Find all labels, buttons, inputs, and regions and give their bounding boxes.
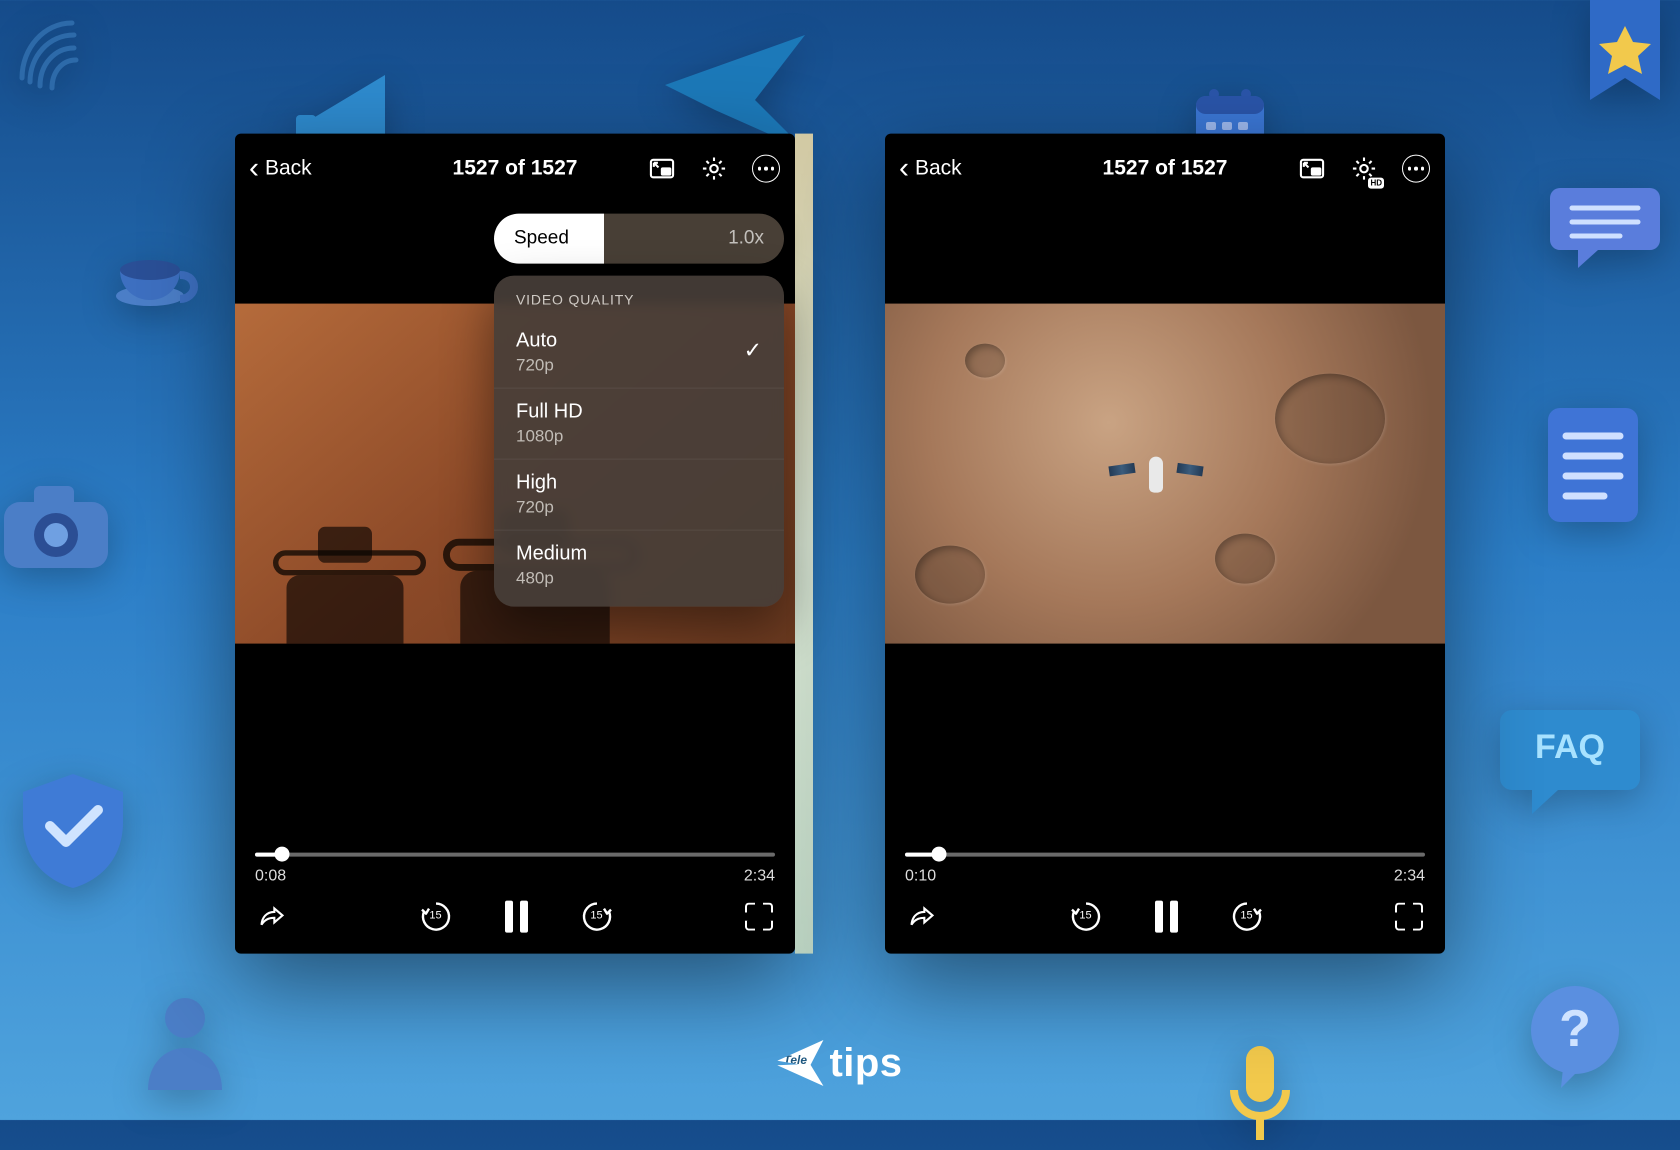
forward-15-button[interactable]: 15 — [580, 900, 614, 934]
time-duration: 2:34 — [1394, 868, 1425, 886]
fullscreen-button[interactable] — [1395, 903, 1423, 931]
video-quality-menu: VIDEO QUALITY Auto 720p ✓ Full HD 1080p … — [494, 276, 784, 607]
logo-text: tips — [829, 1041, 902, 1086]
player-controls: 0:10 2:34 15 15 — [885, 844, 1445, 954]
scene-spacecraft — [1131, 446, 1181, 516]
seek-bar[interactable] — [905, 844, 1425, 864]
document-icon — [1540, 400, 1650, 530]
quality-header: VIDEO QUALITY — [494, 292, 784, 318]
phone-playing: ‹ Back 1527 of 1527 HD — [885, 134, 1445, 954]
faq-bubble-icon: FAQ — [1500, 700, 1640, 820]
forward-15-button[interactable]: 15 — [1230, 900, 1264, 934]
rewind-15-button[interactable]: 15 — [1069, 900, 1103, 934]
hd-badge: HD — [1368, 178, 1384, 189]
bookmark-star-icon — [1580, 0, 1670, 110]
user-icon — [140, 990, 230, 1090]
phone-quality-menu: ‹ Back 1527 of 1527 Speed — [235, 134, 795, 954]
checkmark-icon: ✓ — [744, 338, 762, 364]
quality-option-high[interactable]: High 720p — [494, 459, 784, 530]
coffee-cup-icon — [110, 240, 200, 320]
quality-option-fullhd[interactable]: Full HD 1080p — [494, 388, 784, 459]
chat-lines-icon — [1550, 180, 1660, 270]
time-current: 0:10 — [905, 868, 936, 886]
scene-tower — [273, 527, 417, 644]
fullscreen-button[interactable] — [745, 903, 773, 931]
player-controls: 0:08 2:34 15 15 — [235, 844, 795, 954]
shield-check-icon — [18, 770, 128, 890]
pause-button[interactable] — [505, 901, 528, 933]
svg-text:?: ? — [1559, 1000, 1591, 1058]
seek-bar[interactable] — [255, 844, 775, 864]
share-button[interactable] — [257, 902, 287, 932]
paper-plane-icon: Tele — [777, 1040, 823, 1086]
camera-icon — [0, 480, 120, 575]
pause-button[interactable] — [1155, 901, 1178, 933]
rewind-15-button[interactable]: 15 — [419, 900, 453, 934]
quality-option-medium[interactable]: Medium 480p — [494, 530, 784, 601]
video-frame[interactable] — [885, 304, 1445, 644]
player-top-bar: ‹ Back 1527 of 1527 — [235, 134, 795, 204]
speed-slider[interactable]: Speed 1.0x — [494, 214, 784, 264]
time-duration: 2:34 — [744, 868, 775, 886]
media-counter: 1527 of 1527 — [235, 157, 795, 181]
quality-option-auto[interactable]: Auto 720p ✓ — [494, 318, 784, 388]
svg-text:FAQ: FAQ — [1535, 728, 1605, 766]
speed-label: Speed — [514, 228, 569, 250]
share-button[interactable] — [907, 902, 937, 932]
question-bubble-icon: ? — [1520, 980, 1630, 1090]
share-arrow-icon — [258, 903, 286, 931]
fingerprint-icon — [10, 8, 96, 94]
microphone-icon — [1220, 1040, 1300, 1150]
teletips-logo: Tele tips — [777, 1040, 902, 1086]
share-arrow-icon — [908, 903, 936, 931]
time-current: 0:08 — [255, 868, 286, 886]
speed-value: 1.0x — [728, 228, 764, 250]
chat-background-strip — [795, 134, 813, 954]
settings-button[interactable]: HD — [1349, 154, 1379, 184]
player-top-bar: ‹ Back 1527 of 1527 HD — [885, 134, 1445, 204]
